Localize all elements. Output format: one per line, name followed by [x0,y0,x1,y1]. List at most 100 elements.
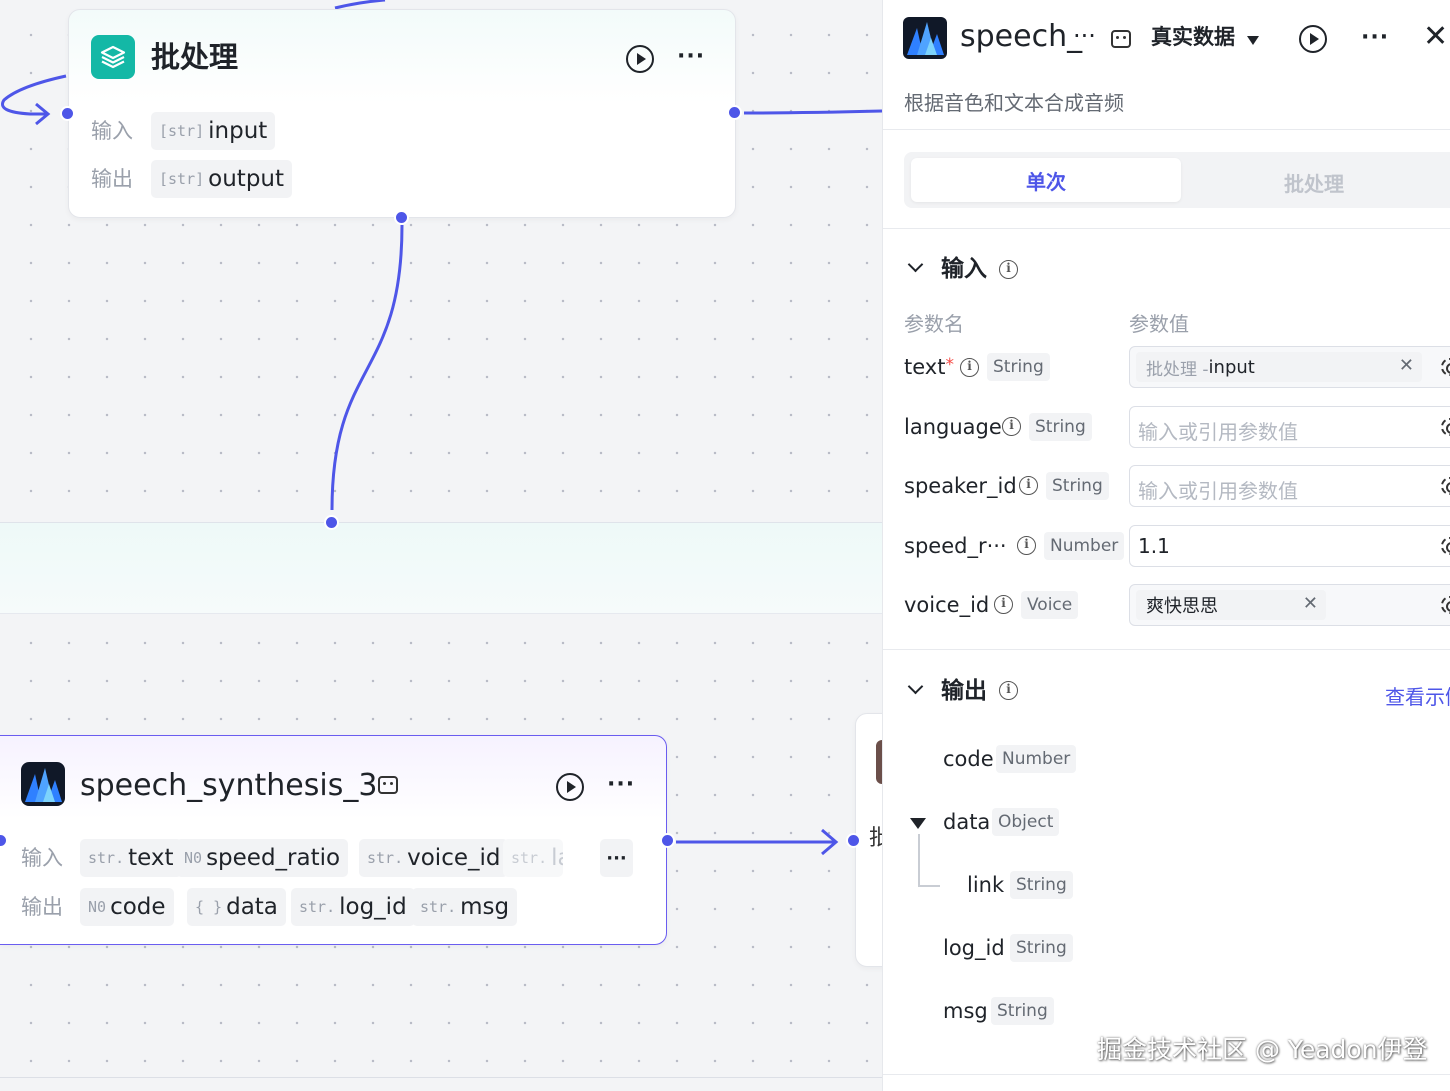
tab-batch[interactable]: 批处理 [1284,168,1344,197]
plugin-bot-icon [378,776,398,794]
param-text-type: String [987,353,1050,381]
tab-single[interactable]: 单次 [911,158,1181,202]
divider [883,228,1450,229]
view-example-link[interactable]: 查看示例 [1385,681,1450,710]
speech-app-icon [21,762,65,806]
clear-reference-icon[interactable]: ✕ [1399,355,1414,376]
output-code-type: Number [996,745,1077,773]
info-icon[interactable]: i [999,681,1018,700]
voice-chip: 爽快思思 ✕ [1136,590,1326,620]
divider [883,129,1450,130]
wire-into-batch [1,74,67,116]
speech-output-msg: str. msg [412,888,518,926]
chevron-down-icon[interactable] [1247,36,1259,45]
test-run-panel: speech_ ··· 真实数据 ··· ✕ 根据音色和文本合成音频 单次 批处… [882,0,1450,1091]
param-text-input[interactable]: 批处理 - input ✕ [1129,346,1450,388]
output-label: 输出 [91,167,133,191]
wire-batch-down [330,224,404,511]
tree-line [918,834,920,886]
batch-input-port[interactable] [60,106,75,121]
param-language-input[interactable]: 输入或引用参数值 [1129,406,1450,448]
output-log-id-type: String [1010,934,1073,962]
info-icon[interactable]: i [994,595,1013,614]
collapse-output-chevron-icon[interactable] [907,678,924,695]
info-icon[interactable]: i [960,358,979,377]
batch-loop-port[interactable] [394,210,409,225]
input-label: 输入 [91,119,133,143]
info-icon[interactable]: i [1002,417,1021,436]
run-button[interactable] [1299,25,1327,53]
param-speed-ratio-name: speed_r··· [904,534,1007,558]
output-msg-type: String [991,997,1054,1025]
info-icon[interactable]: i [999,260,1018,279]
reference-chip: 批处理 - input ✕ [1136,352,1422,382]
batch-node[interactable]: 批处理 ··· 输入 [str] input 输出 [str] output [68,9,736,218]
info-icon[interactable]: i [1017,536,1036,555]
param-speaker-id-input[interactable]: 输入或引用参数值 [1129,465,1450,507]
wire-batch-out [743,109,882,115]
workflow-canvas[interactable]: 批处理 ··· 输入 [str] input 输出 [str] output s… [0,0,882,1091]
more-options-button[interactable]: ··· [1361,27,1389,49]
batch-output-port[interactable] [727,105,742,120]
panel-title-ellipsis: ··· [1073,22,1096,50]
output-data-name: data [943,810,991,834]
run-node-button[interactable] [626,45,654,73]
param-voice-id-name: voice_id [904,593,990,617]
more-options-button[interactable]: ··· [607,774,635,796]
divider [883,649,1450,650]
close-icon[interactable]: ✕ [1423,22,1448,52]
speech-output-code: N0 code [80,888,174,926]
param-speaker-id-type: String [1046,472,1109,500]
next-node-title: 批 [869,826,882,851]
output-link-name: link [967,873,1005,897]
output-link-type: String [1010,871,1073,899]
param-voice-id-input[interactable]: 爽快思思 ✕ [1129,584,1450,626]
param-speed-ratio-input[interactable]: 1.1 [1129,525,1450,567]
output-log-id-name: log_id [943,936,1005,960]
wire-top [334,0,386,10]
next-node-input-port[interactable] [846,833,861,848]
param-speed-ratio-type: Number [1044,532,1125,560]
speech-output-data: { } data [187,888,286,926]
clear-voice-icon[interactable]: ✕ [1303,593,1318,614]
speech-input-voice-id: str. voice_id [359,839,509,877]
speech-input-text: str. text [80,839,182,877]
run-node-button[interactable] [556,773,584,801]
param-name-header: 参数名 [904,312,964,336]
param-value-header: 参数值 [1129,312,1189,336]
param-language-type: String [1029,413,1092,441]
input-section-title: 输入 [941,256,987,282]
loop-body-port[interactable] [324,515,339,530]
run-mode-tabs: 单次 批处理 [904,152,1450,208]
batch-node-title: 批处理 [151,40,239,74]
batch-input-param: [str] input [151,112,276,150]
param-voice-id-type: Voice [1021,591,1079,619]
param-text-name: text* [904,355,954,379]
speech-synthesis-node[interactable]: speech_synthesis_3 ··· 输入 str. text N0 spe… [0,735,667,945]
output-section-title: 输出 [941,678,987,704]
layers-icon [91,35,135,79]
speech-output-port[interactable] [660,833,675,848]
input-label: 输入 [21,846,63,870]
speech-input-speed-ratio: N0 speed_ratio [176,839,349,877]
more-options-button[interactable]: ··· [677,46,705,68]
info-icon[interactable]: i [1019,476,1038,495]
param-language-name: language [904,415,1002,439]
output-data-type: Object [992,808,1060,836]
panel-description: 根据音色和文本合成音频 [904,91,1124,115]
output-code-name: code [943,747,994,771]
speech-output-log-id: str. log_id [291,888,415,926]
output-msg-name: msg [943,999,988,1023]
data-mode-select[interactable]: 真实数据 [1151,27,1235,48]
speech-app-icon [903,17,947,59]
plugin-bot-icon [1111,30,1131,48]
expand-data-triangle-icon[interactable] [910,818,926,829]
speech-node-title: speech_synthesis_3 [80,768,378,803]
more-inputs-button[interactable]: ··· [600,839,633,877]
watermark: 掘金技术社区 @ Yeadon伊登 [1097,1035,1428,1064]
output-label: 输出 [21,895,63,919]
panel-title: speech_ [960,19,1083,54]
speech-input-language: str.la [503,839,563,877]
collapse-input-chevron-icon[interactable] [907,256,924,273]
divider [883,1074,1450,1075]
